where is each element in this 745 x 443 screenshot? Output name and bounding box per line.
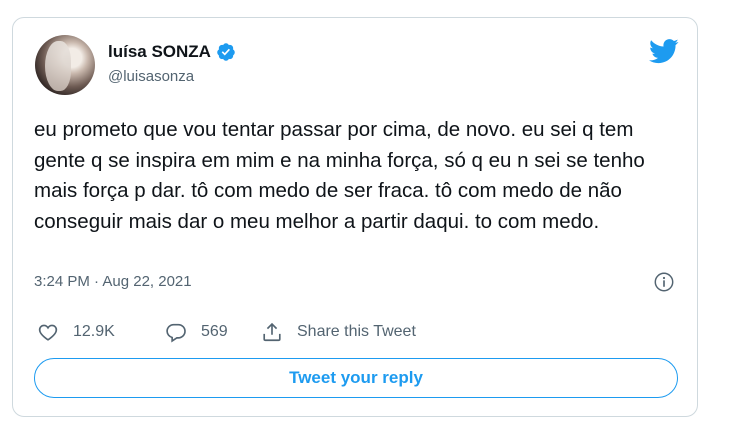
reply-bubble-icon [166, 323, 186, 343]
verified-badge-icon [217, 43, 235, 61]
like-button[interactable]: 12.9K [37, 321, 115, 343]
reply-button[interactable]: 569 [165, 321, 228, 343]
like-count: 12.9K [73, 323, 115, 340]
author-name[interactable]: luísa SONZA [108, 42, 211, 62]
reply-count: 569 [201, 323, 228, 340]
tweet-your-reply-button[interactable]: Tweet your reply [34, 358, 678, 398]
tweet-card: luísa SONZA @luisasonza eu prometo que v… [12, 17, 698, 417]
tweet-text: eu prometo que vou tentar passar por cim… [34, 118, 645, 233]
share-button[interactable]: Share this Tweet [261, 321, 416, 343]
heart-icon [38, 324, 58, 341]
tweet-timestamp[interactable]: 3:24 PM · Aug 22, 2021 [34, 273, 192, 290]
avatar[interactable] [35, 35, 95, 95]
author-handle[interactable]: @luisasonza [108, 68, 194, 85]
share-icon [263, 322, 281, 342]
twitter-bird-icon[interactable] [649, 39, 679, 64]
share-label: Share this Tweet [297, 323, 416, 340]
info-icon[interactable] [653, 271, 675, 293]
